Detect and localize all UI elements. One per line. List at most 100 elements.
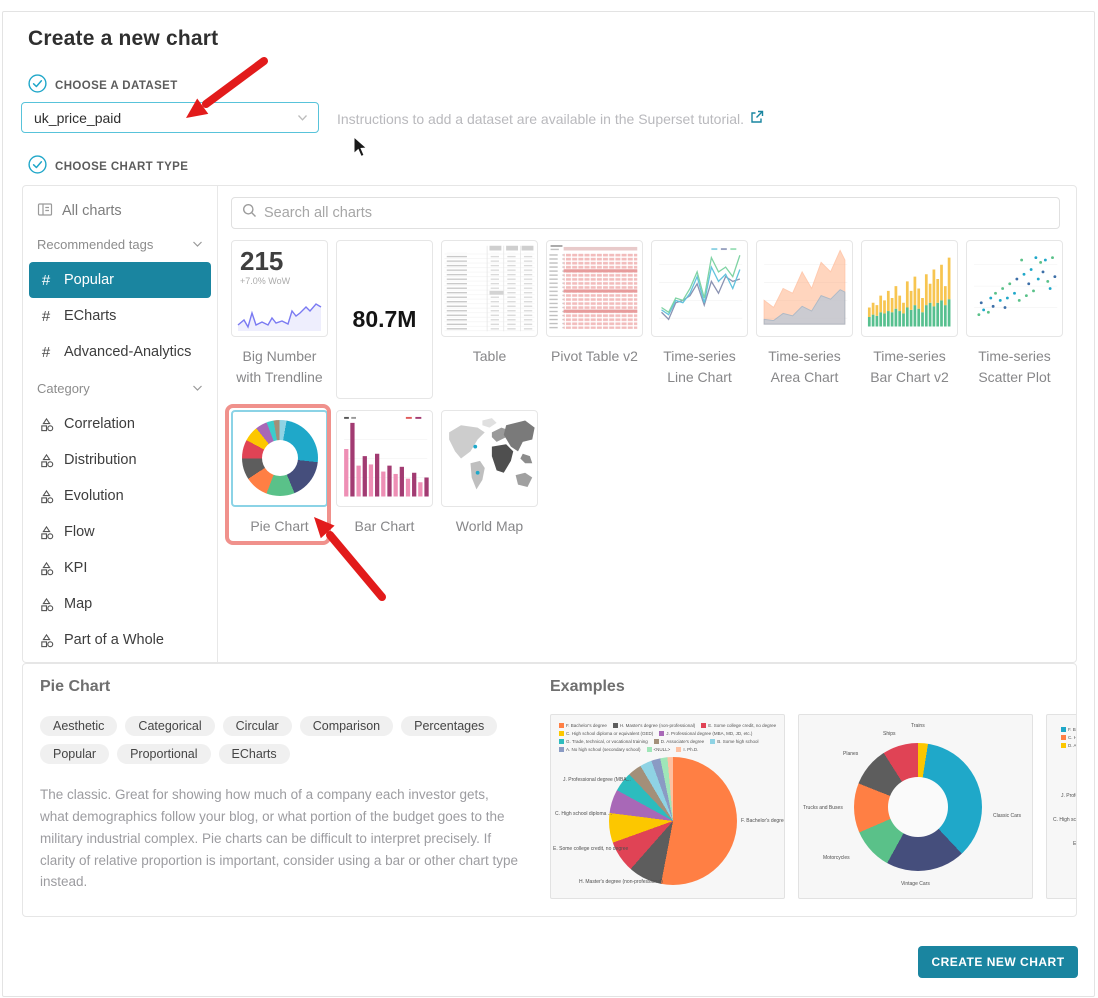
example-cards: F. Bachelor's degree H. Master's degree … [550, 714, 1076, 904]
search-icon [242, 203, 257, 223]
selected-chart-title: Pie Chart [40, 678, 110, 696]
tile-label: Pie Chart [231, 516, 328, 537]
search-input[interactable] [264, 205, 1049, 221]
create-chart-page: Create a new chart CHOOSE A DATASET uk_p… [0, 0, 1098, 998]
dataset-select-value: uk_price_paid [34, 110, 297, 126]
sidebar-item-label: Advanced-Analytics [64, 344, 191, 360]
chart-type-picker: All charts Recommended tags # Popular # … [22, 185, 1077, 663]
big-number-thumbnail: 80.7M [336, 240, 433, 399]
chart-details-panel: Pie Chart Aesthetic Categorical Circular… [22, 663, 1077, 917]
tile-time-series-bar-chart-v2[interactable]: Time-series Bar Chart v2 [861, 240, 958, 399]
tag-pill: ECharts [219, 744, 290, 764]
tile-label: Table [441, 346, 538, 367]
tile-bar-chart[interactable]: Bar Chart [336, 410, 433, 537]
instructions-text: Instructions to add a dataset are availa… [337, 111, 744, 127]
sidebar-item-all-charts[interactable]: All charts [23, 196, 217, 226]
big-number-delta: +7.0% WoW [240, 276, 319, 286]
tile-label: Bar Chart [336, 516, 433, 537]
dataset-select[interactable]: uk_price_paid [21, 102, 319, 133]
tile-row-1: 215 +7.0% WoW Big Number with Trendline … [231, 240, 1060, 399]
step-choose-dataset: CHOOSE A DATASET [28, 74, 178, 98]
hash-icon: # [37, 272, 55, 289]
chevron-down-icon [297, 109, 308, 127]
sidebar-item-popular[interactable]: # Popular [29, 262, 211, 298]
tile-pivot-table-v2[interactable]: Pivot Table v2 [546, 240, 643, 399]
category-icon [37, 597, 55, 612]
group-label: Recommended tags [37, 237, 153, 252]
category-icon [37, 633, 55, 648]
tag-pill: Circular [223, 716, 292, 736]
sidebar-item-echarts[interactable]: # ECharts [29, 298, 211, 334]
tile-world-map[interactable]: World Map [441, 410, 538, 537]
tag-pill: Proportional [117, 744, 210, 764]
example-donut-chart-image: Trains Ships Planes Trucks and Buses Mot… [798, 714, 1033, 899]
tag-pill: Aesthetic [40, 716, 117, 736]
sidebar-item-label: Map [64, 596, 92, 612]
sidebar-item-label: Part of a Whole [64, 632, 164, 648]
bar-chart-thumbnail [336, 410, 433, 507]
tile-row-2: Pie Chart [231, 410, 1060, 537]
grid-list-icon [37, 202, 53, 221]
tile-label: World Map [441, 516, 538, 537]
check-circle-icon [28, 74, 47, 98]
big-number-value: 215 [240, 248, 319, 274]
create-chart-container: Create a new chart CHOOSE A DATASET uk_p… [2, 11, 1095, 997]
tile-label: Time-series Scatter Plot [966, 346, 1063, 388]
tag-pill: Comparison [300, 716, 393, 736]
line-chart-thumbnail [651, 240, 748, 337]
sidebar-item-label: Flow [64, 524, 95, 540]
choose-dataset-label: CHOOSE A DATASET [55, 80, 178, 92]
scatter-plot-thumbnail [966, 240, 1063, 337]
tile-big-number-trendline[interactable]: 215 +7.0% WoW Big Number with Trendline [231, 240, 328, 399]
bar-chart-v2-thumbnail [861, 240, 958, 337]
examples-title: Examples [550, 678, 625, 696]
tag-pill: Categorical [125, 716, 214, 736]
tile-label: Time-series Bar Chart v2 [861, 346, 958, 388]
sparkline [236, 298, 323, 332]
sidebar-item-distribution[interactable]: Distribution [29, 442, 211, 478]
step-choose-chart-type: CHOOSE CHART TYPE [28, 155, 188, 179]
big-number-trendline-thumbnail: 215 +7.0% WoW [231, 240, 328, 337]
sidebar-item-part-of-a-whole[interactable]: Part of a Whole [29, 622, 211, 658]
tile-table[interactable]: Table [441, 240, 538, 399]
area-chart-thumbnail [756, 240, 853, 337]
category-icon [37, 561, 55, 576]
chevron-down-icon [192, 385, 203, 392]
category-icon [37, 417, 55, 432]
chart-type-content: 215 +7.0% WoW Big Number with Trendline … [218, 186, 1076, 662]
pivot-table-thumbnail [546, 240, 643, 337]
tile-time-series-line-chart[interactable]: Time-series Line Chart [651, 240, 748, 399]
sidebar-item-kpi[interactable]: KPI [29, 550, 211, 586]
chart-search-box [231, 197, 1060, 229]
example-pie-chart-image-partial: F. Bachelor's degree C. High school dipl… [1046, 714, 1076, 899]
dataset-instructions: Instructions to add a dataset are availa… [337, 110, 764, 127]
big-number-value: 80.7M [353, 306, 417, 333]
sidebar-item-label: Correlation [64, 416, 135, 432]
chart-description: The classic. Great for showing how much … [40, 784, 520, 893]
sidebar-item-evolution[interactable]: Evolution [29, 478, 211, 514]
sidebar-item-label: Evolution [64, 488, 124, 504]
sidebar-group-category[interactable]: Category [23, 370, 217, 406]
sidebar-group-recommended-tags[interactable]: Recommended tags [23, 226, 217, 262]
donut-graphic [854, 743, 982, 871]
sidebar-item-flow[interactable]: Flow [29, 514, 211, 550]
tile-time-series-scatter-plot[interactable]: Time-series Scatter Plot [966, 240, 1063, 399]
tile-big-number[interactable]: 80.7M Big Number [336, 240, 433, 399]
sidebar-item-map[interactable]: Map [29, 586, 211, 622]
chart-type-sidebar: All charts Recommended tags # Popular # … [23, 186, 218, 662]
create-new-chart-button[interactable]: CREATE NEW CHART [918, 946, 1078, 978]
tile-pie-chart[interactable]: Pie Chart [231, 410, 328, 537]
sidebar-item-advanced-analytics[interactable]: # Advanced-Analytics [29, 334, 211, 370]
pie-chart-thumbnail [231, 410, 328, 507]
chevron-down-icon [192, 241, 203, 248]
tile-time-series-area-chart[interactable]: Time-series Area Chart [756, 240, 853, 399]
sidebar-item-correlation[interactable]: Correlation [29, 406, 211, 442]
choose-chart-type-label: CHOOSE CHART TYPE [55, 161, 188, 173]
external-link-icon[interactable] [750, 110, 764, 127]
category-icon [37, 453, 55, 468]
tile-label: Time-series Area Chart [756, 346, 853, 388]
hash-icon: # [37, 308, 55, 325]
example-legend: F. Bachelor's degree H. Master's degree … [559, 723, 781, 752]
tag-pill: Popular [40, 744, 109, 764]
sidebar-item-label: Popular [64, 272, 114, 288]
